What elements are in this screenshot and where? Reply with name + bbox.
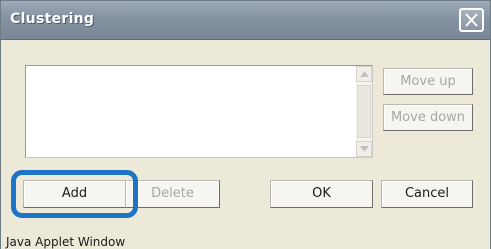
scroll-up-arrow-icon [360,71,369,77]
status-text: Java Applet Window [6,235,126,249]
title-bar[interactable]: Clustering [1,1,490,40]
scroll-down-arrow-icon [360,146,369,152]
close-button[interactable] [459,8,484,32]
status-bar: Java Applet Window [1,227,490,249]
cancel-button[interactable]: Cancel [381,180,473,208]
clustering-dialog: Clustering Move up Move down Add Delete … [0,0,491,249]
scroll-up-button[interactable] [356,66,372,82]
ok-button[interactable]: OK [270,180,373,208]
close-icon [465,13,478,27]
list-scrollbar[interactable] [356,66,372,157]
scroll-track[interactable] [357,85,371,138]
scroll-down-button[interactable] [356,141,372,157]
move-down-button[interactable]: Move down [383,104,473,131]
move-up-button[interactable]: Move up [383,68,473,95]
add-button-highlight [11,170,138,218]
cluster-list[interactable] [25,65,373,158]
window-title: Clustering [10,11,95,27]
delete-button[interactable]: Delete [125,180,220,208]
